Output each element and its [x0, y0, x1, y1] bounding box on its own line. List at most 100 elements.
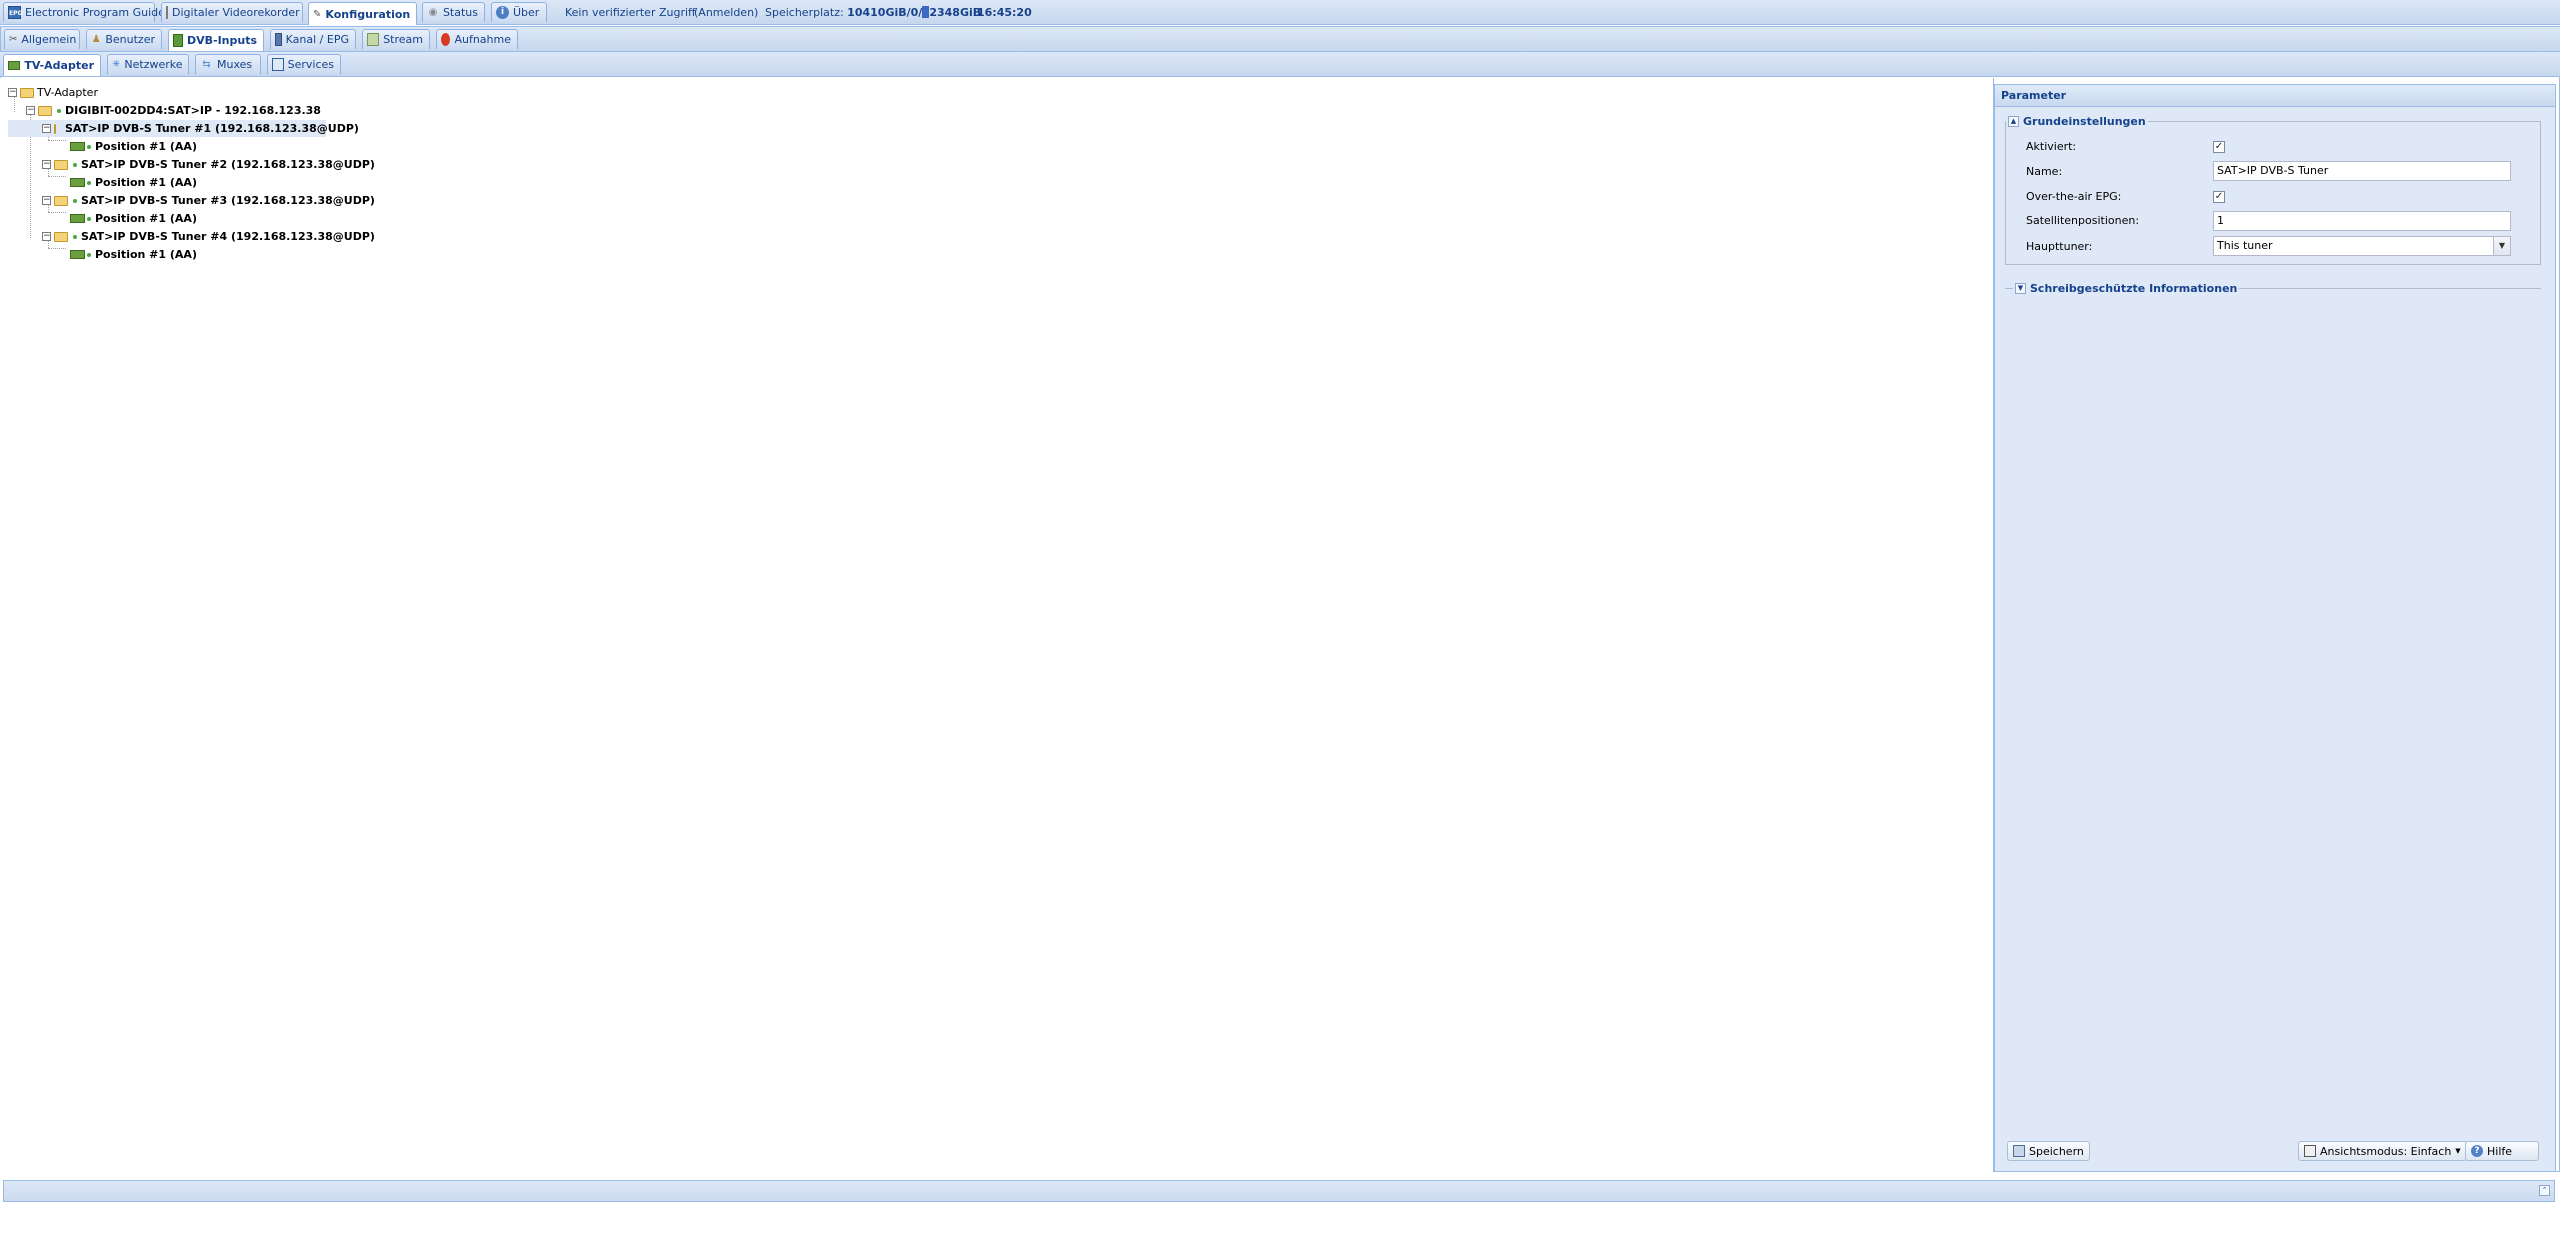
status-dot-icon [87, 216, 91, 221]
tab-stream-label: Stream [383, 33, 423, 46]
save-button[interactable]: Speichern [2007, 1141, 2090, 1161]
expand-down-icon[interactable]: ▼ [2015, 283, 2026, 294]
enabled-checkbox[interactable]: ✓ [2213, 141, 2225, 153]
status-dot-icon [57, 108, 61, 113]
tree-position-label: Position #1 (AA) [95, 212, 197, 225]
tab-general[interactable]: ✂ Allgemein [4, 29, 80, 49]
tree-position[interactable]: Position #1 (AA) [70, 246, 197, 263]
satpos-input[interactable]: 1 [2213, 211, 2511, 231]
main-tabbar: EPG Electronic Program Guide Digitaler V… [0, 0, 2560, 25]
collapse-icon[interactable]: − [8, 88, 17, 97]
collapse-up-icon[interactable]: ▲ [2008, 116, 2019, 127]
tree-tuner-label: SAT>IP DVB-S Tuner #2 (192.168.123.38@UD… [81, 158, 375, 171]
tree-position[interactable]: Position #1 (AA) [70, 174, 197, 191]
folder-icon [20, 87, 34, 98]
readonly-info-legend[interactable]: ▼ Schreibgeschützte Informationen [2013, 282, 2240, 295]
collapse-icon[interactable]: − [42, 196, 51, 205]
tree-device-label: DIGIBIT-002DD4:SAT>IP - 192.168.123.38 [65, 104, 321, 117]
dropdown-arrow-icon[interactable]: ▼ [2493, 237, 2510, 255]
adapter-icon [70, 178, 85, 187]
tab-muxes[interactable]: ⇆ Muxes [195, 54, 261, 74]
tree-tuner-2[interactable]: − SAT>IP DVB-S Tuner #2 (192.168.123.38@… [42, 156, 375, 173]
tab-status[interactable]: ◉ Status [422, 2, 485, 22]
tree-device[interactable]: − DIGIBIT-002DD4:SAT>IP - 192.168.123.38 [26, 102, 321, 119]
folder-icon [54, 123, 56, 134]
user-icon: ♟ [91, 34, 101, 45]
tree-connector [48, 176, 66, 177]
help-button[interactable]: ? Hilfe [2465, 1141, 2539, 1161]
collapse-icon[interactable]: − [42, 232, 51, 241]
master-tuner-select[interactable]: This tuner ▼ [2213, 236, 2511, 256]
dvb-tabbar: TV-Adapter ✳ Netzwerke ⇆ Muxes Services [0, 51, 2560, 77]
storage-info: Speicherplatz: 10410GiB/0/2348GiB [765, 6, 981, 19]
tab-services[interactable]: Services [267, 54, 341, 74]
tab-dvb-inputs-label: DVB-Inputs [186, 34, 257, 47]
dvr-icon [166, 6, 168, 19]
tab-configuration[interactable]: ✎ Konfiguration [308, 2, 417, 25]
save-button-label: Speichern [2029, 1144, 2084, 1158]
view-mode-button[interactable]: Ansichtsmodus: Einfach ▼ [2298, 1141, 2467, 1161]
tab-configuration-label: Konfiguration [325, 7, 411, 21]
collapse-icon[interactable]: − [42, 124, 51, 133]
tab-epg[interactable]: EPG Electronic Program Guide [3, 2, 165, 22]
tree-tuner-1[interactable]: − SAT>IP DVB-S Tuner #1 (192.168.123.38@… [8, 120, 359, 137]
dvb-icon [173, 34, 183, 47]
collapse-icon[interactable]: − [26, 106, 35, 115]
folder-icon [54, 159, 68, 170]
tab-recording[interactable]: Aufnahme [436, 29, 518, 49]
tab-about[interactable]: i Über [491, 2, 547, 22]
tree-connector [48, 248, 66, 249]
status-dot-icon [73, 162, 77, 167]
folder-icon [54, 231, 68, 242]
view-mode-label: Ansichtsmodus: Einfach [2320, 1144, 2452, 1158]
epg-icon: EPG [8, 6, 22, 19]
tab-dvr[interactable]: Digitaler Videorekorder [161, 2, 303, 22]
name-input[interactable]: SAT>IP DVB-S Tuner [2213, 161, 2511, 181]
status-dot-icon [87, 144, 91, 149]
status-dot-icon [87, 252, 91, 257]
tab-stream[interactable]: Stream [362, 29, 430, 49]
tab-networks-label: Netzwerke [124, 58, 183, 71]
access-status: Kein verifizierter Zugriff [565, 6, 696, 19]
tree-tuner-3[interactable]: − SAT>IP DVB-S Tuner #3 (192.168.123.38@… [42, 192, 375, 209]
tab-recording-label: Aufnahme [454, 33, 511, 46]
parameter-panel: Parameter ▲ Grundeinstellungen Aktiviert… [1994, 84, 2556, 1172]
view-mode-icon [2304, 1145, 2316, 1157]
tree-position-label: Position #1 (AA) [95, 140, 197, 153]
status-icon: ◉ [428, 7, 438, 18]
collapse-icon[interactable]: − [42, 160, 51, 169]
tab-channel-epg[interactable]: Kanal / EPG [270, 29, 356, 49]
enabled-label: Aktiviert: [2026, 140, 2077, 153]
epg-checkbox[interactable]: ✓ [2213, 191, 2225, 203]
tree-position-label: Position #1 (AA) [95, 248, 197, 261]
basic-settings-legend[interactable]: ▲ Grundeinstellungen [2006, 115, 2148, 128]
tree-tuner-4[interactable]: − SAT>IP DVB-S Tuner #4 (192.168.123.38@… [42, 228, 375, 245]
tab-networks[interactable]: ✳ Netzwerke [107, 54, 189, 74]
tree-position[interactable]: Position #1 (AA) [70, 138, 197, 155]
mux-icon: ⇆ [202, 59, 211, 70]
storage-label: Speicherplatz: [765, 6, 844, 19]
readonly-info-title: Schreibgeschützte Informationen [2030, 282, 2238, 295]
tab-users-label: Benutzer [105, 33, 155, 46]
tree-tuner-label: SAT>IP DVB-S Tuner #3 (192.168.123.38@UD… [81, 194, 375, 207]
wrench-icon: ✎ [313, 8, 322, 20]
log-panel-bar: ⌃ [3, 1180, 2555, 1202]
tree-position-label: Position #1 (AA) [95, 176, 197, 189]
tab-dvb-inputs[interactable]: DVB-Inputs [168, 29, 264, 51]
name-label: Name: [2026, 165, 2063, 178]
tree-position[interactable]: Position #1 (AA) [70, 210, 197, 227]
storage-value-b: 2348GiB [929, 6, 982, 19]
login-link[interactable]: (Anmelden) [694, 6, 758, 19]
tree-root[interactable]: − TV-Adapter [8, 84, 98, 101]
help-icon: ? [2471, 1145, 2483, 1157]
expand-up-icon[interactable]: ⌃ [2539, 1185, 2550, 1196]
tree-tuner-label: SAT>IP DVB-S Tuner #4 (192.168.123.38@UD… [81, 230, 375, 243]
chevron-down-icon: ▼ [2455, 1147, 2461, 1155]
tab-status-label: Status [442, 6, 478, 19]
tab-services-label: Services [287, 58, 334, 71]
tab-tv-adapter[interactable]: TV-Adapter [3, 54, 101, 76]
tree-connector [48, 212, 66, 213]
tab-epg-label: Electronic Program Guide [25, 6, 165, 19]
tab-users[interactable]: ♟ Benutzer [86, 29, 162, 49]
tab-tv-adapter-label: TV-Adapter [24, 59, 94, 72]
